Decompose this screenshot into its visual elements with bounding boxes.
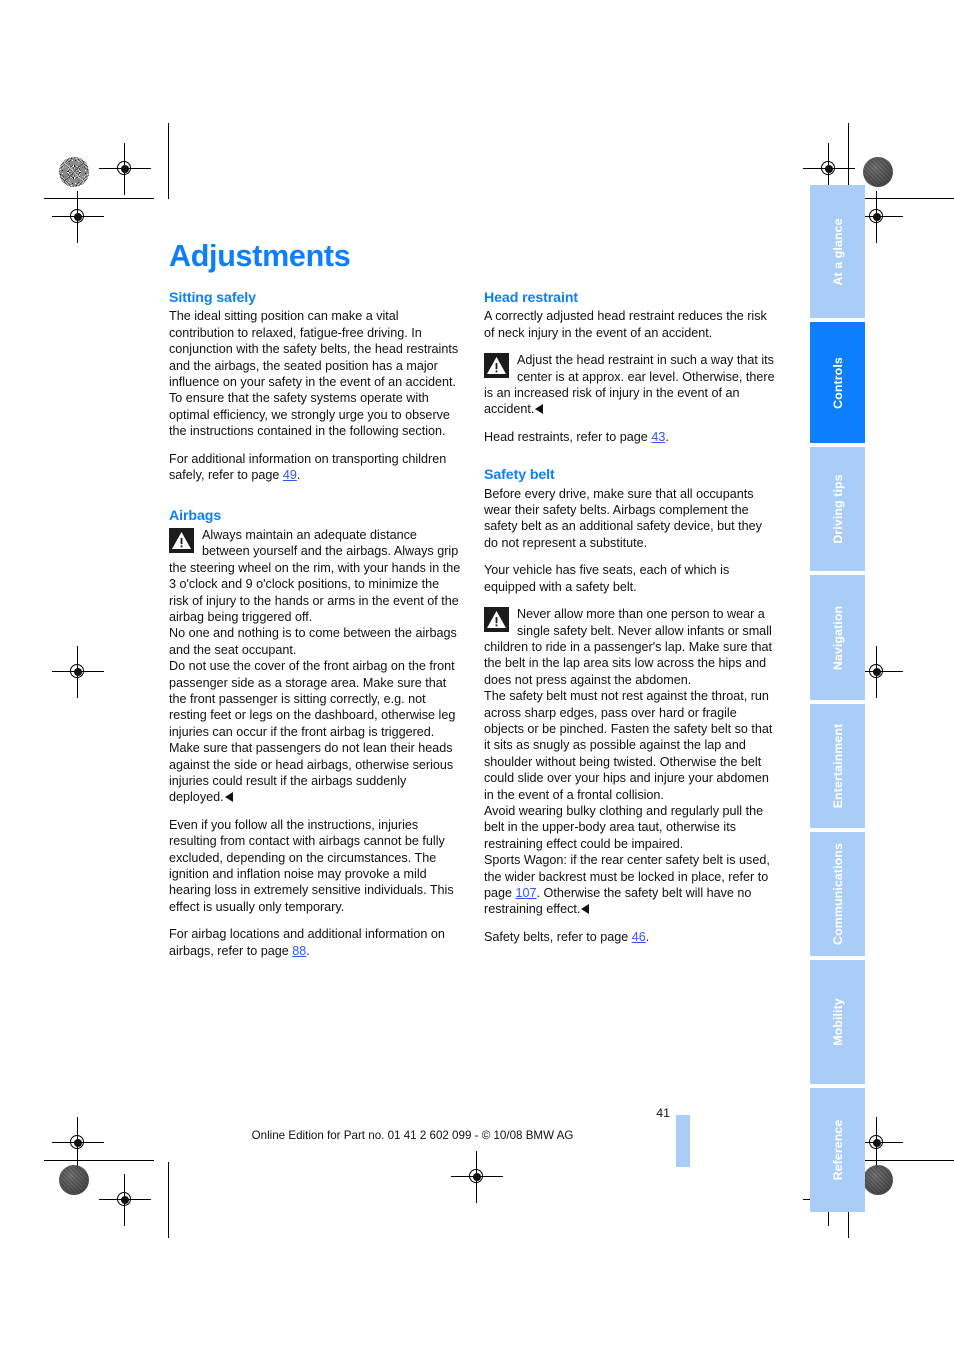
- index-tab-label: Mobility: [830, 998, 845, 1046]
- paragraph: The ideal sitting position can make a vi…: [169, 309, 459, 439]
- cross-reference-period: .: [306, 943, 310, 958]
- paragraph: Your vehicle has five seats, each of whi…: [484, 563, 730, 594]
- index-tab-label: At a glance: [830, 217, 845, 286]
- footer-accent-bar: [676, 1115, 690, 1167]
- cross-reference-head-restraints: Head restraints, refer to page 43.: [484, 429, 776, 445]
- warning-text: Never allow more than one person to wear…: [484, 607, 773, 900]
- cross-reference-safety-belts: Safety belts, refer to page 46.: [484, 929, 776, 945]
- index-tab-mobility[interactable]: Mobility: [810, 960, 865, 1084]
- cross-reference-text: Safety belts, refer to page: [484, 929, 632, 944]
- footer-edition-note: Online Edition for Part no. 01 41 2 602 …: [251, 1129, 574, 1142]
- index-tab-reference[interactable]: Reference: [810, 1088, 865, 1212]
- left-text-column: Sitting safely The ideal sitting positio…: [169, 290, 461, 970]
- warning-block-airbags: Always maintain an adequate distance bet…: [169, 527, 461, 806]
- end-of-warning-marker-icon: [535, 404, 544, 415]
- warning-text: Adjust the head restraint in such a way …: [484, 353, 775, 417]
- cross-reference-text: Head restraints, refer to page: [484, 429, 652, 444]
- index-tab-label: Reference: [830, 1119, 845, 1181]
- section-heading-safety-belt: Safety belt: [484, 467, 555, 484]
- index-tab-strip: At a glance Controls Driving tips Naviga…: [810, 185, 865, 1216]
- paragraph: A correctly adjusted head restraint redu…: [484, 309, 767, 340]
- warning-triangle-icon: [169, 527, 194, 553]
- index-tab-label: Communications: [830, 843, 845, 945]
- section-heading-head-restraint: Head restraint: [484, 290, 579, 306]
- cross-reference-period: .: [296, 468, 301, 483]
- warning-block-safety-belt: Never allow more than one person to wear…: [484, 606, 776, 918]
- section-heading-sitting-safely: Sitting safely: [169, 290, 256, 306]
- warning-triangle-icon: [484, 353, 509, 379]
- index-tab-label: Entertainment: [830, 723, 845, 809]
- cross-reference-text: For additional information on transporti…: [169, 451, 447, 483]
- cross-reference-children: For additional information on transporti…: [169, 451, 461, 484]
- page-link-49[interactable]: 49: [283, 468, 297, 482]
- index-tab-controls[interactable]: Controls: [810, 322, 865, 443]
- manual-page: Adjustments Sitting safely The ideal sit…: [0, 0, 954, 1350]
- page-title: Adjustments: [169, 239, 351, 274]
- warning-block-head-restraint: Adjust the head restraint in such a way …: [484, 352, 776, 418]
- index-tab-communications[interactable]: Communications: [810, 832, 865, 956]
- end-of-warning-marker-icon: [224, 792, 233, 803]
- page-link-46[interactable]: 46: [632, 930, 646, 944]
- cross-reference-airbag-locations: For airbag locations and additional info…: [169, 926, 461, 959]
- index-tab-at-a-glance[interactable]: At a glance: [810, 185, 865, 318]
- page-link-107[interactable]: 107: [516, 886, 537, 900]
- section-heading-airbags: Airbags: [169, 508, 222, 525]
- page-link-88[interactable]: 88: [292, 944, 306, 958]
- index-tab-label: Controls: [830, 356, 845, 409]
- right-text-column: Head restraint A correctly adjusted head…: [484, 290, 776, 956]
- index-tab-driving-tips[interactable]: Driving tips: [810, 447, 865, 571]
- page-number: 41: [656, 1106, 670, 1120]
- warning-triangle-icon: [484, 607, 509, 633]
- end-of-warning-marker-icon: [581, 904, 590, 915]
- index-tab-label: Navigation: [830, 605, 845, 670]
- page-link-43[interactable]: 43: [651, 430, 665, 444]
- index-tab-label: Driving tips: [830, 474, 845, 544]
- index-tab-navigation[interactable]: Navigation: [810, 575, 865, 700]
- cross-reference-period: .: [645, 929, 650, 944]
- cross-reference-period: .: [665, 429, 669, 444]
- paragraph: Before every drive, make sure that all o…: [484, 486, 762, 550]
- index-tab-entertainment[interactable]: Entertainment: [810, 704, 865, 828]
- paragraph: Even if you follow all the instructions,…: [169, 817, 454, 914]
- warning-text: Always maintain an adequate distance bet…: [169, 527, 461, 805]
